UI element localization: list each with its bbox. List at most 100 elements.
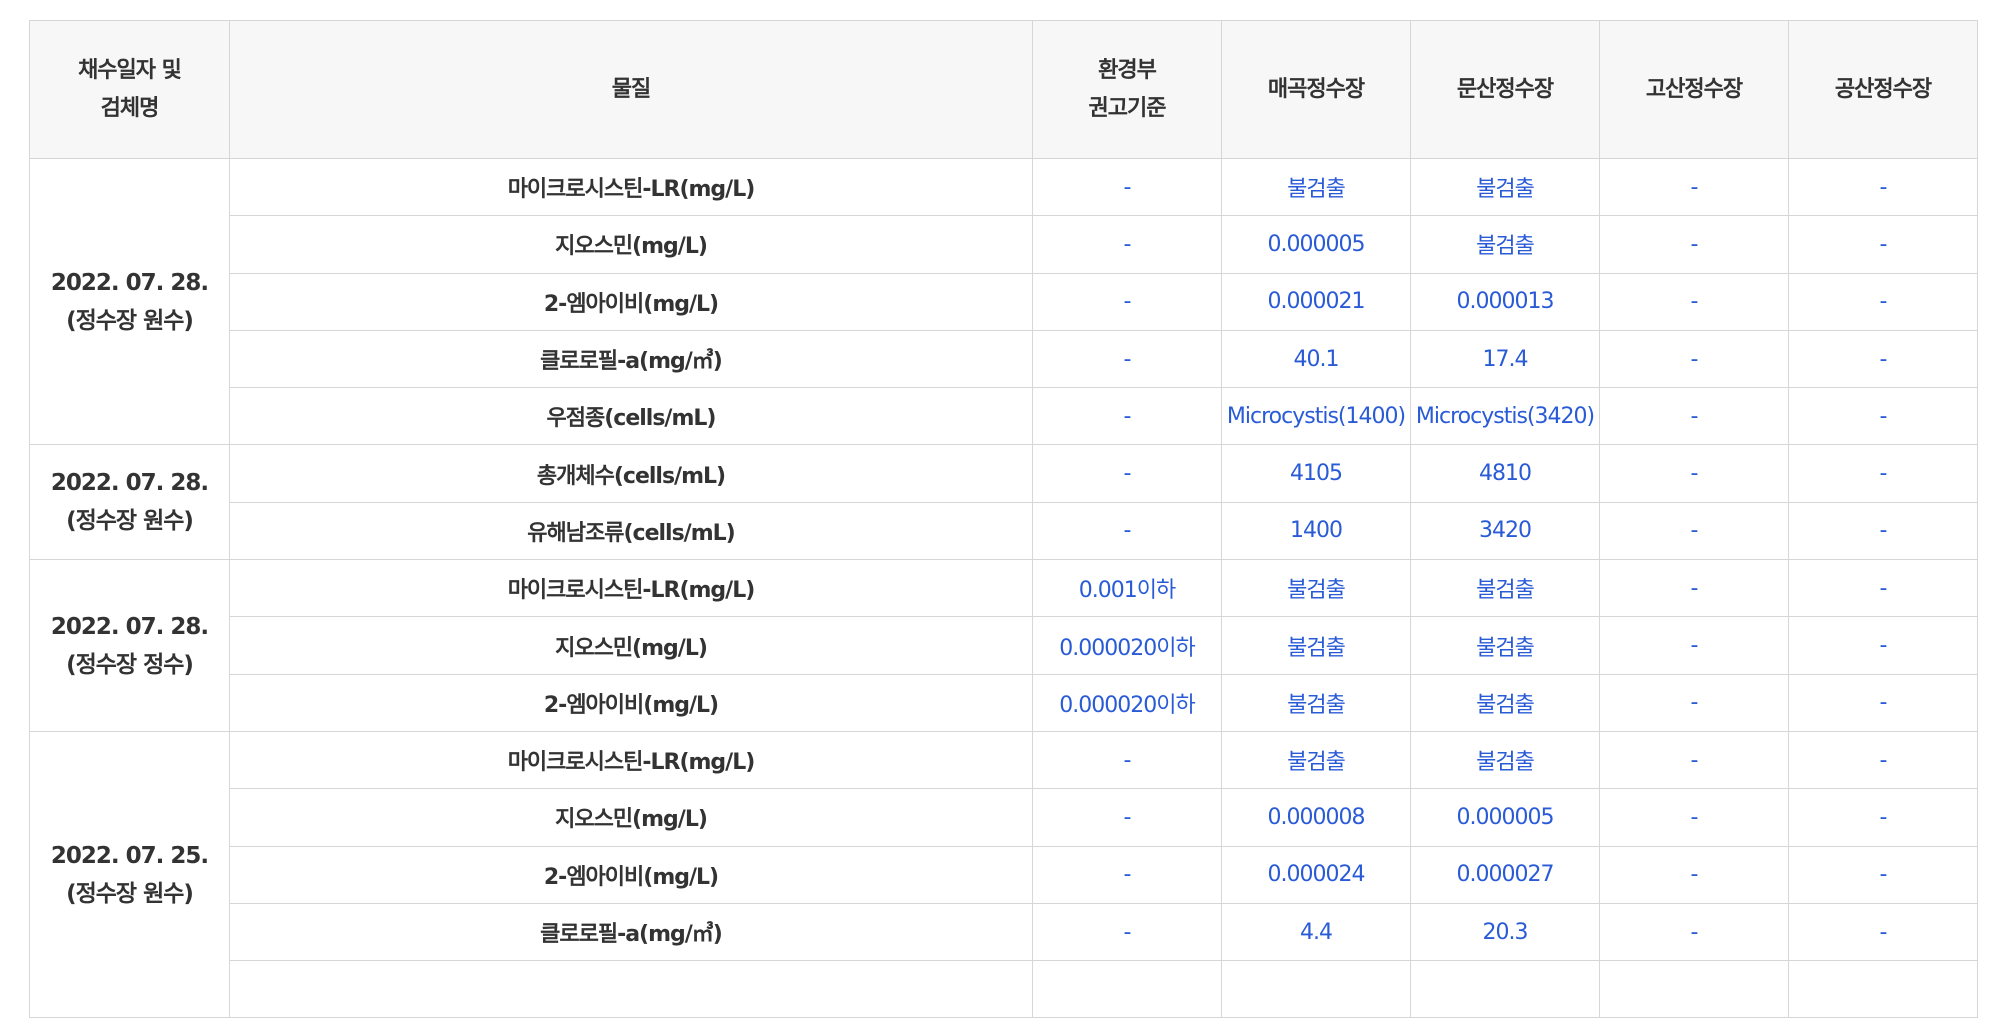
table-row: 지오스민(mg/L) -0.000008 0.000005- - xyxy=(30,788,1978,847)
standard-cell: - xyxy=(1032,157,1222,217)
substance-cell: 지오스민(mg/L) xyxy=(229,788,1033,847)
munsan-value-cell: 0.000027 xyxy=(1410,845,1600,904)
table-row: 지오스민(mg/L) 0.000020이하 불검출 불검출 - - xyxy=(30,616,1978,675)
header-standard: 환경부 권고기준 xyxy=(1032,20,1222,159)
gongsan-value-cell: - xyxy=(1788,902,1978,962)
standard-cell: 0.000020이하 xyxy=(1032,673,1222,732)
sample-date-cell: 2022. 07. 28. (정수장 정수) xyxy=(29,559,230,732)
maegok-value-cell: 불검출 xyxy=(1221,559,1411,618)
sample-type: (정수장 정수) xyxy=(66,651,194,678)
sample-date: 2022. 07. 28. xyxy=(50,613,209,640)
table-row: 2022. 07. 28. (정수장 원수) 총개체수(cells/mL) -4105… xyxy=(29,444,1978,561)
maegok-value-cell: 불검출 xyxy=(1221,616,1411,675)
sample-type: (정수장 원수) xyxy=(66,880,194,907)
standard-cell: - xyxy=(1032,501,1222,561)
table-row: 클로로필-a(mg/㎥) -40.1 17.4- - xyxy=(30,329,1978,389)
gosan-value-cell: - xyxy=(1599,215,1789,274)
header-standard-line2: 권고기준 xyxy=(1088,95,1167,121)
table-row: 클로로필-a(mg/㎥) -4.4 20.3- - xyxy=(30,902,1978,962)
sample-type: (정수장 원수) xyxy=(66,307,194,334)
gongsan-value-cell: - xyxy=(1788,215,1978,274)
munsan-value-cell: 불검출 xyxy=(1410,616,1600,675)
standard-cell: - xyxy=(1032,329,1222,389)
sample-date: 2022. 07. 28. xyxy=(50,470,209,497)
table-row: 2-엠아이비(mg/L) -0.000021 0.000013- - xyxy=(30,272,1978,331)
substance-cell: 총개체수(cells/mL) xyxy=(229,444,1033,503)
substance-cell: 유해남조류(cells/mL) xyxy=(229,501,1033,561)
maegok-value-cell: 1400 xyxy=(1221,501,1411,561)
table-row: 2022. 07. 25. (정수장 원수) 마이크로시스틴-LR(mg/L) - 불검… xyxy=(29,730,1978,1018)
standard-cell: - xyxy=(1032,444,1222,503)
standard-cell: - xyxy=(1032,788,1222,847)
gosan-value-cell: - xyxy=(1599,730,1789,790)
maegok-value-cell: 불검출 xyxy=(1221,157,1411,217)
table-row: 지오스민(mg/L) -0.000005 불검출 - - xyxy=(30,215,1978,274)
header-munsan: 문산정수장 xyxy=(1410,20,1600,159)
maegok-value-cell xyxy=(1221,960,1411,1018)
substance-cell: 우점종(cells/mL) xyxy=(229,387,1033,446)
gosan-value-cell: - xyxy=(1599,673,1789,732)
standard-cell: 0.001이하 xyxy=(1032,559,1222,618)
table-row xyxy=(30,960,1978,1018)
table-row: 우점종(cells/mL) - Microcystis(1400) Microcyst… xyxy=(30,387,1978,446)
standard-cell: - xyxy=(1032,845,1222,904)
gongsan-value-cell: - xyxy=(1788,616,1978,675)
gosan-value-cell: - xyxy=(1599,272,1789,331)
gosan-value-cell: - xyxy=(1599,902,1789,962)
header-substance: 물질 xyxy=(229,20,1033,159)
maegok-value-cell: 0.000005 xyxy=(1221,215,1411,274)
munsan-value-cell: 불검출 xyxy=(1410,673,1600,732)
substance-cell: 클로로필-a(mg/㎥) xyxy=(229,902,1033,962)
header-date-line1: 채수일자 및 xyxy=(78,57,182,83)
gongsan-value-cell: - xyxy=(1788,730,1978,790)
maegok-value-cell: 40.1 xyxy=(1221,329,1411,389)
munsan-value-cell: Microcystis(3420) xyxy=(1410,387,1600,446)
table-row: 2022. 07. 28. (정수장 원수) 마이크로시스틴-LR(mg/L) - 불검… xyxy=(29,157,1978,446)
gosan-value-cell: - xyxy=(1599,616,1789,675)
sample-date-cell: 2022. 07. 28. (정수장 원수) xyxy=(29,444,230,561)
maegok-value-cell: 0.000021 xyxy=(1221,272,1411,331)
gosan-value-cell xyxy=(1599,960,1789,1018)
gongsan-value-cell: - xyxy=(1788,157,1978,217)
maegok-value-cell: 불검출 xyxy=(1221,673,1411,732)
gosan-value-cell: - xyxy=(1599,559,1789,618)
gosan-value-cell: - xyxy=(1599,444,1789,503)
standard-cell: - xyxy=(1032,730,1222,790)
munsan-value-cell: 20.3 xyxy=(1410,902,1600,962)
sample-date: 2022. 07. 28. xyxy=(50,269,209,296)
header-gongsan: 공산정수장 xyxy=(1788,20,1978,159)
gongsan-value-cell: - xyxy=(1788,329,1978,389)
substance-cell: 마이크로시스틴-LR(mg/L) xyxy=(229,157,1033,217)
gongsan-value-cell: - xyxy=(1788,788,1978,847)
gongsan-value-cell: - xyxy=(1788,845,1978,904)
munsan-value-cell: 불검출 xyxy=(1410,559,1600,618)
gosan-value-cell: - xyxy=(1599,329,1789,389)
munsan-value-cell: 불검출 xyxy=(1410,157,1600,217)
header-maegok: 매곡정수장 xyxy=(1221,20,1411,159)
munsan-value-cell: 0.000013 xyxy=(1410,272,1600,331)
gosan-value-cell: - xyxy=(1599,788,1789,847)
standard-cell: - xyxy=(1032,902,1222,962)
sample-type: (정수장 원수) xyxy=(66,508,194,535)
maegok-value-cell: 불검출 xyxy=(1221,730,1411,790)
munsan-value-cell: 3420 xyxy=(1410,501,1600,561)
maegok-value-cell: 0.000024 xyxy=(1221,845,1411,904)
water-quality-table-container: 채수일자 및 검체명 물질 환경부 권고기준 매곡정수장 문산정수장 고산정수장… xyxy=(29,20,1978,1018)
substance-cell: 2-엠아이비(mg/L) xyxy=(229,845,1033,904)
sample-date-cell: 2022. 07. 28. (정수장 원수) xyxy=(29,157,230,446)
header-date-sample: 채수일자 및 검체명 xyxy=(29,20,230,159)
gosan-value-cell: - xyxy=(1599,387,1789,446)
munsan-value-cell: 0.000005 xyxy=(1410,788,1600,847)
substance-cell: 마이크로시스틴-LR(mg/L) xyxy=(229,559,1033,618)
gosan-value-cell: - xyxy=(1599,845,1789,904)
table-row: 유해남조류(cells/mL) -1400 3420- - xyxy=(30,501,1978,561)
munsan-value-cell xyxy=(1410,960,1600,1018)
gosan-value-cell: - xyxy=(1599,157,1789,217)
header-gosan: 고산정수장 xyxy=(1599,20,1789,159)
maegok-value-cell: Microcystis(1400) xyxy=(1221,387,1411,446)
substance-cell: 클로로필-a(mg/㎥) xyxy=(229,329,1033,389)
maegok-value-cell: 4105 xyxy=(1221,444,1411,503)
water-quality-table: 채수일자 및 검체명 물질 환경부 권고기준 매곡정수장 문산정수장 고산정수장… xyxy=(29,20,1978,1018)
gongsan-value-cell: - xyxy=(1788,272,1978,331)
munsan-value-cell: 17.4 xyxy=(1410,329,1600,389)
